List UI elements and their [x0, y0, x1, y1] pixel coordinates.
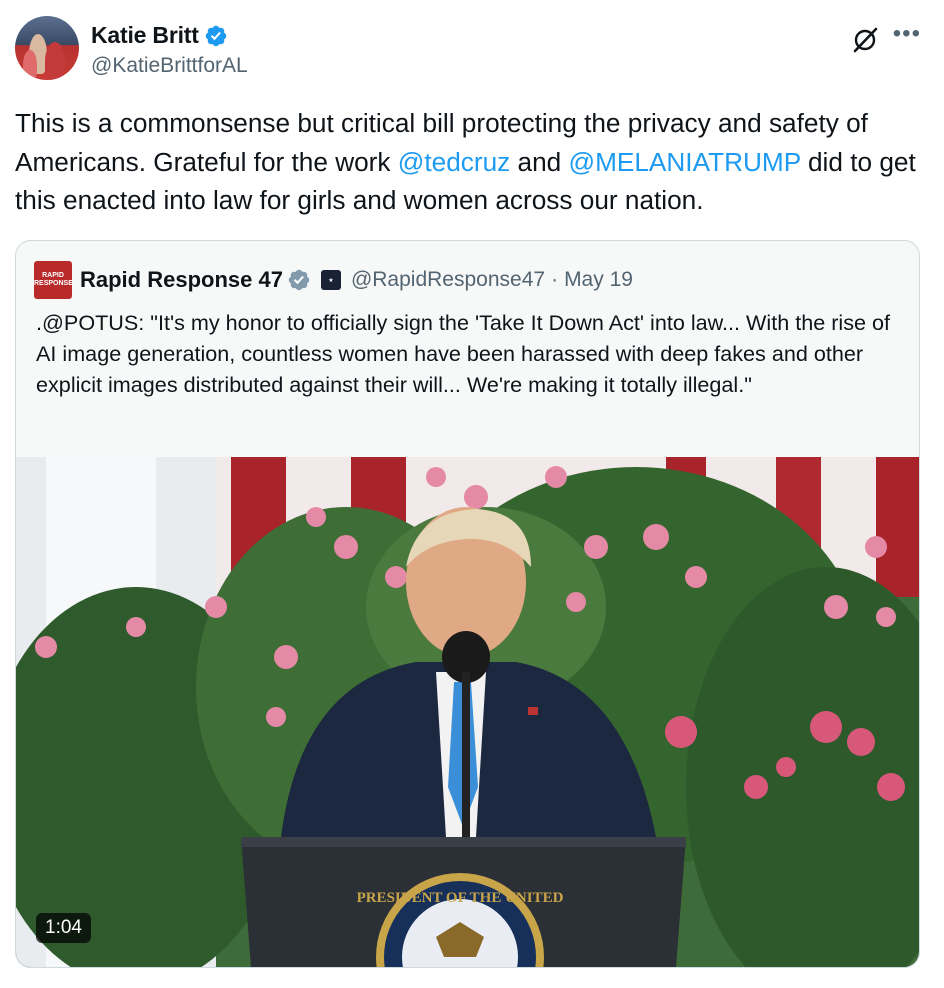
- quoted-avatar[interactable]: RAPID RESPONSE: [34, 261, 73, 299]
- tweet-header: Katie Britt @KatieBrittforAL •••: [15, 16, 929, 82]
- tweet-text-part2: and: [510, 146, 569, 177]
- video-scene: PRESIDENT OF THE UNITED: [16, 457, 919, 967]
- author-name[interactable]: Katie Britt: [91, 22, 199, 49]
- quoted-tweet[interactable]: RAPID RESPONSE Rapid Response 47 ★ @Rapi…: [15, 240, 920, 968]
- quoted-date[interactable]: May 19: [564, 268, 633, 292]
- more-options-icon[interactable]: •••: [893, 20, 921, 48]
- affiliation-badge-icon[interactable]: ★: [320, 270, 341, 290]
- mention-tedcruz[interactable]: @tedcruz: [398, 147, 510, 177]
- quoted-author-handle[interactable]: @RapidResponse47: [351, 268, 545, 292]
- author-name-row: Katie Britt: [91, 22, 228, 49]
- grok-icon[interactable]: [851, 26, 879, 54]
- verified-badge-icon[interactable]: [287, 268, 311, 292]
- author-avatar[interactable]: [15, 16, 79, 80]
- verified-badge-icon[interactable]: [204, 24, 228, 48]
- mention-melaniatrump[interactable]: @MELANIATRUMP: [568, 147, 800, 177]
- quoted-avatar-text-2: RESPONSE: [34, 280, 73, 287]
- quoted-text: .@POTUS: "It's my honor to officially si…: [36, 310, 891, 397]
- dot-separator: ·: [551, 268, 559, 291]
- quoted-author-name[interactable]: Rapid Response 47: [80, 267, 283, 293]
- tweet-text: This is a commonsense but critical bill …: [15, 104, 925, 220]
- quoted-avatar-text-1: RAPID: [42, 272, 64, 279]
- video-thumbnail[interactable]: PRESIDENT OF THE UNITED 1:04: [16, 457, 919, 967]
- video-duration-badge: 1:04: [36, 913, 91, 943]
- author-handle[interactable]: @KatieBrittforAL: [91, 54, 248, 78]
- presidential-seal-text: PRESIDENT OF THE UNITED: [357, 890, 564, 906]
- quoted-header: RAPID RESPONSE Rapid Response 47 ★ @Rapi…: [34, 261, 633, 299]
